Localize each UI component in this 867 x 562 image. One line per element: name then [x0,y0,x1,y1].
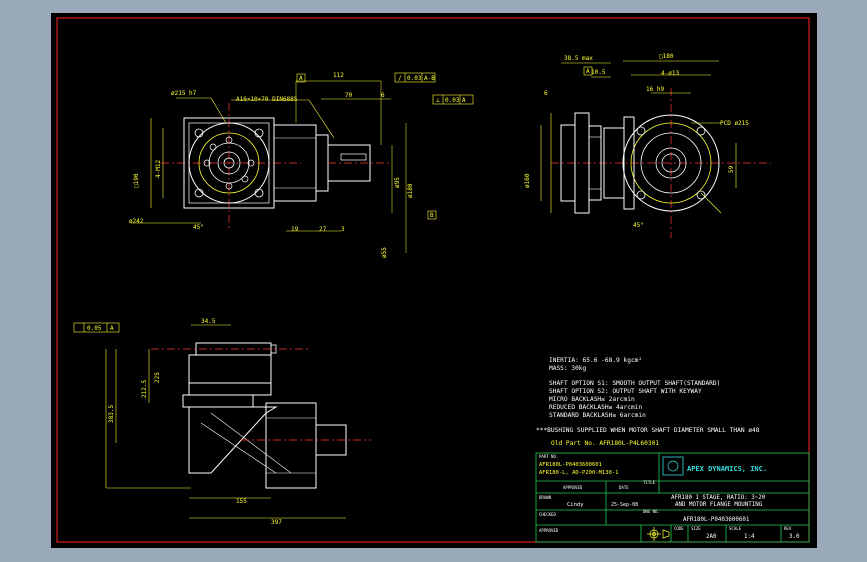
gdt-flatness: / 0.03 A-B [394,72,436,83]
note-inertia: INERTIA: 65.6 -68.9 kgcm² [549,357,642,364]
dim-212-5: 212.5 [141,380,148,398]
tb-title-2: AND MOTOR FLANGE MOUNTING [675,502,763,508]
dim-155: 155 [236,498,247,505]
tb-part-no-1: AFR180L-P0403600601 [539,462,602,468]
dim-95: ø95 [394,177,401,188]
note-shaft-s1: SHAFT OPTION S1: SMOOTH OUTPUT SHAFT(STA… [549,380,720,387]
dim-key: A16×10×70 DIN6885 [236,96,298,103]
dim-pcd: PCD ø215 [720,120,749,127]
dim-6: 6 [381,92,385,99]
dim-59: 59 [728,165,735,173]
datum-b: B [430,212,434,219]
side-view-labels: 38.5 max 10.5 □180 4-ø13 16 h9 6 PCD ø21… [524,53,749,229]
tb-approved2-label: APPROVED [539,528,559,533]
note-standard: STANDARD BACKLASH≤ 6arcmin [549,412,646,419]
dim-160: ø160 [524,173,531,188]
dim-225: 225 [154,372,161,383]
tb-approved-label: APPROVED [563,485,583,490]
tb-title-label: TITLE [643,480,656,485]
dim-34-5: 34.5 [201,318,216,325]
dim-180b: □180 [659,53,674,60]
datum-a-side: A [586,68,590,75]
note-bushing: ***BUSHING SUPPLIED WHEN MOTOR SHAFT DIA… [536,427,760,434]
company-logo: APEX DYNAMICS, INC. [662,456,767,476]
dim-45b: 45° [633,222,644,229]
note-shaft-s2: SHAFT OPTION S2: OUTPUT SHAFT WITH KEYWA… [549,388,702,395]
gdt-runout-datum: A [462,97,466,104]
note-old-part: Old Part No. AFR180L-P4L60301 [551,440,659,447]
gdt-flatness-sym: / [398,75,402,82]
gdt-runout-sym: ⊥ [436,97,440,104]
dim-38-5: 38.5 max [564,55,593,62]
dim-4-13: 4-ø13 [661,70,679,77]
dim-16h9: 16 h9 [646,86,664,93]
bottom-view [105,324,371,519]
tb-size-label: SIZE [691,526,701,531]
tb-dwg-label: DWG NO. [643,509,660,514]
tb-code-label: CODE [674,526,684,531]
tb-scale: 1:4 [744,534,755,540]
title-block: PART NO. AFR180L-P0403600601 AFR180-L, A… [535,452,810,543]
dim-242: ø242 [129,218,144,225]
dim-70: 70 [345,92,353,99]
tb-rev-label: REV [784,526,792,531]
tb-date-label: DATE [619,485,629,490]
dim-27: 27 [319,226,327,233]
tb-scale-label: SCALE [729,526,742,531]
tb-drawn-by: Cindy [567,502,584,508]
tb-code: 2A0 [706,534,717,540]
tb-drawn-label: DRAWN [539,495,552,500]
dim-190: □190 [133,173,140,188]
dim-397: 397 [271,519,282,526]
dim-19: 19 [291,226,299,233]
note-reduced: REDUCED BACKLASH≤ 4arcmin [549,404,642,411]
dim-d215: ø215 h7 [171,90,197,97]
front-view [131,80,407,253]
notes-block: INERTIA: 65.6 -68.9 kgcm² MASS: 30kg SHA… [536,357,760,447]
drawing-frame: ø215 h7 A16×10×70 DIN6885 112 70 6 / 0.0… [51,13,817,548]
projection-symbol-icon [647,527,670,541]
dim-383-5: 383.5 [108,405,115,423]
tb-part-no-2: AFR180-L, AD-P200-M130-1 [539,470,618,476]
note-micro: MICRO BACKLASH≤ 2arcmin [549,396,635,403]
dim-112: 112 [333,72,344,79]
note-mass: MASS: 30kg [549,365,587,372]
gdt-perp-datum: A [110,325,114,332]
datum-a-top: A [299,75,303,82]
tb-rev: 3.0 [789,534,800,540]
tb-checked-label: CHECKED [539,512,556,517]
gdt-perp-tol: 0.05 [87,325,102,332]
tb-drawn-date: 25-Sep-08 [611,502,638,508]
tb-title-1: AFR180 1 STAGE, RATIO: 3~20 [671,495,766,501]
dim-3: 3 [341,226,345,233]
gdt-flatness-tol: 0.03 [407,75,422,82]
tb-company: APEX DYNAMICS, INC. [687,465,767,473]
cad-drawing: ø215 h7 A16×10×70 DIN6885 112 70 6 / 0.0… [56,17,810,543]
gdt-perpendicularity: 0.05 A [73,322,120,333]
gdt-runout-tol: 0.03 [445,97,460,104]
dim-4m12: 4-M12 [155,160,162,178]
gdt-flatness-datum: A-B [424,75,435,82]
tb-part-no-label: PART NO. [539,454,558,459]
gdt-runout: ⊥ 0.03 A [432,94,474,105]
dim-6b: 6 [544,90,548,97]
dim-10-5: 10.5 [591,69,606,76]
dim-55: ø55 [381,247,388,258]
dim-180: ø180 [407,183,414,198]
dim-45: 45° [193,224,204,231]
tb-dwg-no: AFR180L-P0403600601 [683,517,750,523]
